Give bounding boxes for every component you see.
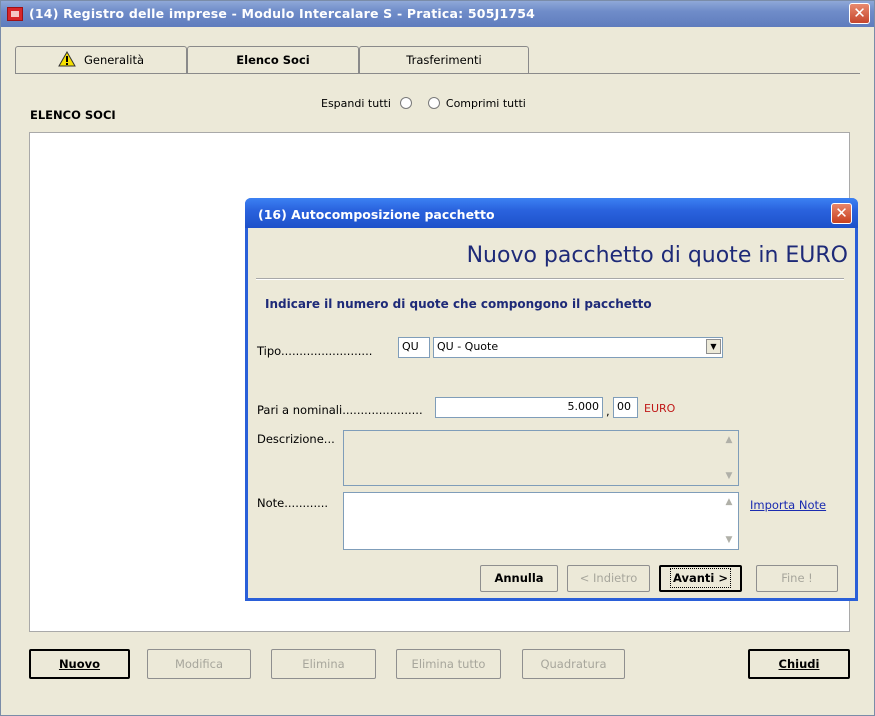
app-icon <box>7 7 23 21</box>
chevron-down-icon[interactable]: ▼ <box>706 339 721 354</box>
window-title: (14) Registro delle imprese - Modulo Int… <box>29 6 536 21</box>
note-textarea[interactable]: ▲ ▼ <box>343 492 739 550</box>
collapse-all-radio[interactable] <box>427 97 440 109</box>
modifica-button[interactable]: Modifica <box>147 649 251 679</box>
dialog-instruction: Indicare il numero di quote che compongo… <box>265 297 652 311</box>
tipo-label: Tipo......................... <box>257 344 373 358</box>
currency-label: EURO <box>644 402 676 415</box>
annulla-button[interactable]: Annulla <box>480 565 558 592</box>
tipo-code-field[interactable]: QU <box>398 337 430 358</box>
elimina-button[interactable]: Elimina <box>271 649 376 679</box>
tab-elenco-soci-label: Elenco Soci <box>236 53 310 67</box>
indietro-label: < Indietro <box>579 571 638 585</box>
avanti-label: Avanti > <box>669 568 732 588</box>
dialog-title-bar[interactable]: (16) Autocomposizione pacchetto ✕ <box>245 198 858 228</box>
tab-elenco-soci[interactable]: Elenco Soci <box>187 46 359 74</box>
tab-generalita-label: Generalità <box>83 53 145 67</box>
pari-decimals-field[interactable]: 00 <box>613 397 638 418</box>
title-bar[interactable]: (14) Registro delle imprese - Modulo Int… <box>1 1 874 27</box>
tab-generalita[interactable]: Generalità <box>15 46 187 74</box>
scroll-down-icon[interactable]: ▼ <box>721 468 737 484</box>
quadratura-label: Quadratura <box>540 657 607 671</box>
indietro-button[interactable]: < Indietro <box>567 565 650 592</box>
descrizione-label: Descrizione... <box>257 432 335 446</box>
dialog-separator <box>256 278 844 279</box>
section-title: ELENCO SOCI <box>30 108 116 122</box>
note-scrollbar[interactable]: ▲ ▼ <box>721 494 737 548</box>
modifica-label: Modifica <box>174 657 224 671</box>
tab-divider <box>15 73 860 74</box>
annulla-label: Annulla <box>494 571 544 585</box>
chiudi-label: Chiudi <box>778 657 820 671</box>
pari-label: Pari a nominali...................... <box>257 403 423 417</box>
descrizione-textarea[interactable]: ▲ ▼ <box>343 430 739 486</box>
avanti-button[interactable]: Avanti > <box>659 565 742 592</box>
chiudi-button[interactable]: Chiudi <box>748 649 850 679</box>
tipo-select-value: QU - Quote <box>437 340 499 353</box>
autocomposizione-dialog: (16) Autocomposizione pacchetto ✕ Nuovo … <box>245 198 858 601</box>
expand-all-label: Espandi tutti <box>321 97 391 110</box>
dialog-close-button[interactable]: ✕ <box>831 203 852 224</box>
elimina-label: Elimina <box>302 657 345 671</box>
scroll-up-icon[interactable]: ▲ <box>721 494 737 510</box>
scroll-up-icon[interactable]: ▲ <box>721 432 737 448</box>
tab-trasferimenti[interactable]: Trasferimenti <box>359 46 529 74</box>
expand-all-radio[interactable] <box>400 97 413 109</box>
tab-trasferimenti-label: Trasferimenti <box>406 53 482 67</box>
close-window-button[interactable]: ✕ <box>849 3 870 24</box>
dialog-title: (16) Autocomposizione pacchetto <box>258 207 495 222</box>
fine-button[interactable]: Fine ! <box>756 565 838 592</box>
elimina-tutto-button[interactable]: Elimina tutto <box>396 649 501 679</box>
tipo-select[interactable]: QU - Quote ▼ <box>433 337 723 358</box>
fine-label: Fine ! <box>781 571 813 585</box>
decimal-comma: , <box>606 404 610 418</box>
nuovo-label: Nuovo <box>58 657 101 671</box>
descrizione-scrollbar[interactable]: ▲ ▼ <box>721 432 737 484</box>
quadratura-button[interactable]: Quadratura <box>522 649 625 679</box>
scroll-down-icon[interactable]: ▼ <box>721 532 737 548</box>
collapse-all-label: Comprimi tutti <box>445 97 526 110</box>
dialog-heading: Nuovo pacchetto di quote in EURO <box>466 243 848 268</box>
elimina-tutto-label: Elimina tutto <box>411 657 486 671</box>
pari-value-field[interactable]: 5.000 <box>435 397 603 418</box>
nuovo-button[interactable]: Nuovo <box>29 649 130 679</box>
expand-controls: Espandi tutti Comprimi tutti <box>321 97 526 110</box>
importa-note-link[interactable]: Importa Note <box>750 498 826 512</box>
note-label: Note............ <box>257 496 329 510</box>
